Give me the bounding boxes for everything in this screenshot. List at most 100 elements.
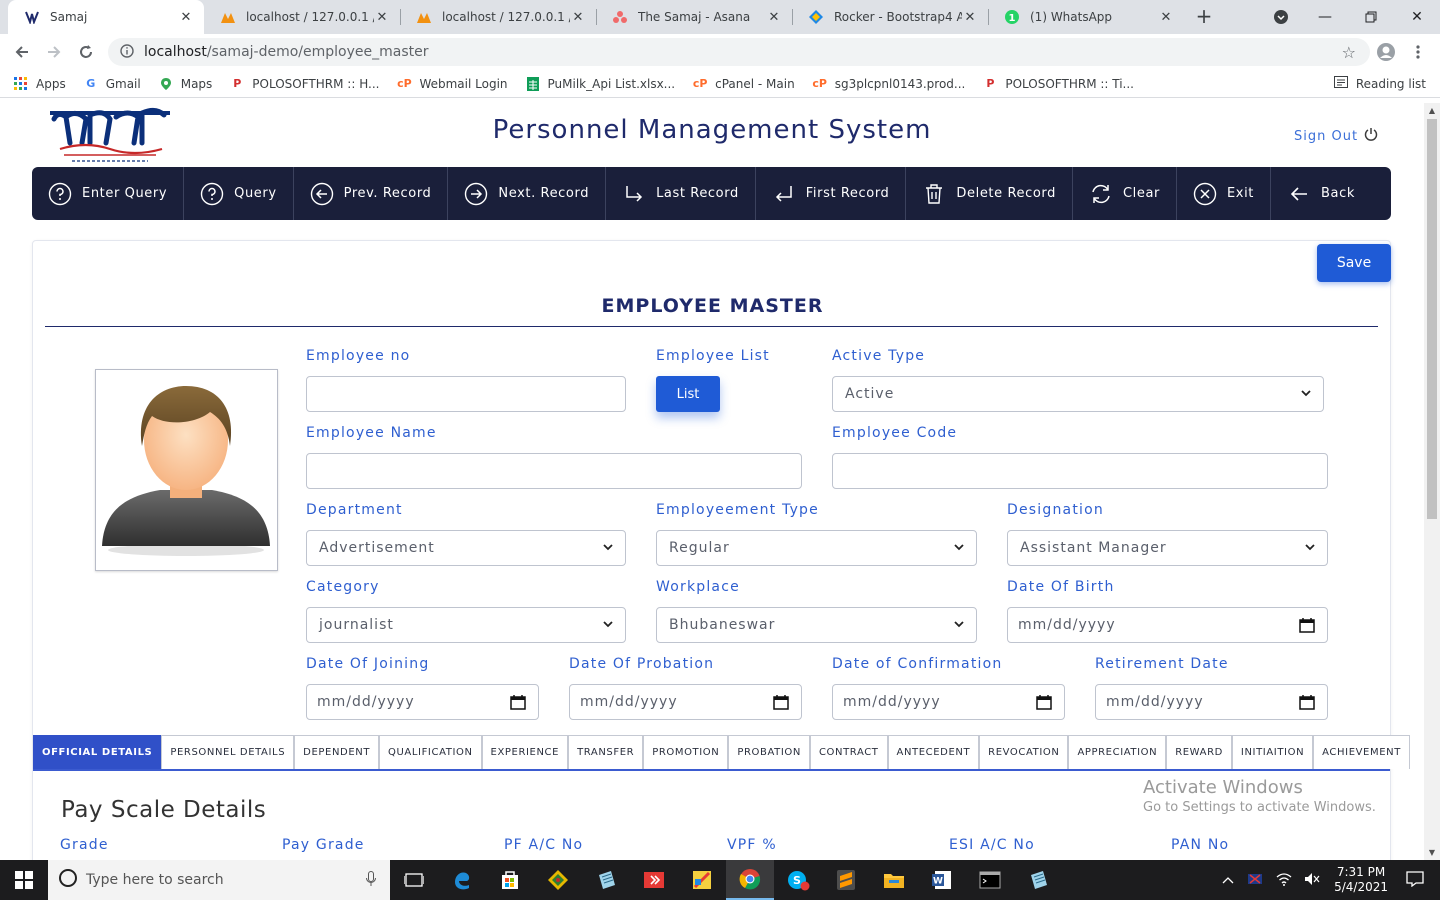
kebab-menu-icon[interactable]	[1406, 40, 1430, 64]
dop-input[interactable]: mm/dd/yyyy	[569, 684, 802, 720]
close-tab-icon[interactable]: ✕	[1158, 10, 1174, 25]
notification-icon[interactable]	[1406, 870, 1424, 890]
close-tab-icon[interactable]: ✕	[374, 10, 390, 25]
sublime-text-icon[interactable]	[822, 860, 870, 900]
save-button[interactable]: Save	[1317, 244, 1391, 282]
taskbar-clock[interactable]: 7:31 PM 5/4/2021	[1334, 865, 1388, 895]
workplace-select[interactable]: Bhubaneswar	[656, 607, 977, 643]
tab-official-details[interactable]: OFFICIAL DETAILS	[33, 735, 162, 769]
close-tab-icon[interactable]: ✕	[766, 10, 782, 25]
tab-antecedent[interactable]: ANTECEDENT	[887, 735, 980, 769]
tab-initiation[interactable]: INITIAITION	[1231, 735, 1314, 769]
tab-appreciation[interactable]: APPRECIATION	[1068, 735, 1167, 769]
bookmark-sg3[interactable]: cP sg3plcpnl0143.prod...	[812, 77, 965, 91]
bookmark-polosofthrm-2[interactable]: P POLOSOFTHRM :: Ti...	[983, 77, 1134, 91]
bookmark-webmail[interactable]: cP Webmail Login	[397, 77, 507, 91]
retirement-input[interactable]: mm/dd/yyyy	[1095, 684, 1328, 720]
reload-icon[interactable]	[74, 40, 98, 64]
new-tab-button[interactable]: +	[1192, 5, 1216, 29]
tab-dependent[interactable]: DEPENDENT	[294, 735, 380, 769]
back-arrow-icon[interactable]	[10, 40, 34, 64]
scrollbar-thumb[interactable]	[1427, 119, 1437, 519]
first-record-button[interactable]: First Record	[756, 167, 907, 220]
browser-tab-whatsapp[interactable]: 1 (1) WhatsApp ✕	[988, 0, 1184, 34]
tab-probation[interactable]: PROBATION	[728, 735, 810, 769]
bookmark-apps[interactable]: Apps	[14, 76, 66, 91]
doj-input[interactable]: mm/dd/yyyy	[306, 684, 539, 720]
last-record-button[interactable]: Last Record	[606, 167, 756, 220]
notepad-plus-icon[interactable]	[1014, 860, 1062, 900]
query-button[interactable]: Query	[184, 167, 294, 220]
profile-avatar-icon[interactable]	[1374, 40, 1398, 64]
tab-experience[interactable]: EXPERIENCE	[481, 735, 569, 769]
tab-qualification[interactable]: QUALIFICATION	[379, 735, 482, 769]
clear-button[interactable]: Clear	[1073, 167, 1177, 220]
close-tab-icon[interactable]: ✕	[962, 10, 978, 25]
active-type-select[interactable]: Active	[832, 376, 1324, 412]
microphone-icon[interactable]	[366, 871, 376, 891]
calendar-icon[interactable]	[773, 694, 789, 710]
tab-promotion[interactable]: PROMOTION	[643, 735, 729, 769]
calendar-icon[interactable]	[1299, 694, 1315, 710]
employee-photo[interactable]	[95, 369, 278, 571]
bookmark-star-icon[interactable]: ☆	[1342, 43, 1356, 62]
file-explorer-icon[interactable]	[870, 860, 918, 900]
edge-browser-icon[interactable]	[438, 860, 486, 900]
wifi-icon[interactable]	[1276, 872, 1292, 889]
browser-tab-phpmyadmin-1[interactable]: localhost / 127.0.0.1 / po ✕	[204, 0, 400, 34]
employee-name-input[interactable]	[306, 453, 802, 489]
employment-type-select[interactable]: Regular	[656, 530, 977, 566]
taskbar-search[interactable]: Type here to search	[48, 860, 390, 900]
close-tab-icon[interactable]: ✕	[570, 10, 586, 25]
tab-revocation[interactable]: REVOCATION	[979, 735, 1069, 769]
tab-transfer[interactable]: TRANSFER	[568, 735, 644, 769]
tab-personnel-details[interactable]: PERSONNEL DETAILS	[161, 735, 295, 769]
doc-input[interactable]: mm/dd/yyyy	[832, 684, 1065, 720]
department-select[interactable]: Advertisement	[306, 530, 626, 566]
delete-record-button[interactable]: Delete Record	[906, 167, 1073, 220]
restore-button[interactable]	[1348, 0, 1394, 34]
flag-icon[interactable]	[1248, 872, 1264, 889]
bookmark-polosofthrm-1[interactable]: P POLOSOFTHRM :: H...	[230, 77, 379, 91]
browser-tab-phpmyadmin-2[interactable]: localhost / 127.0.0.1 / po ✕	[400, 0, 596, 34]
git-app-icon[interactable]	[534, 860, 582, 900]
close-tab-icon[interactable]: ✕	[178, 10, 194, 25]
forward-arrow-icon[interactable]	[42, 40, 66, 64]
bookmark-gmail[interactable]: G Gmail	[84, 77, 141, 91]
page-scrollbar[interactable]: ▲ ▼	[1424, 103, 1440, 860]
word-icon[interactable]: W	[918, 860, 966, 900]
bookmark-maps[interactable]: Maps	[159, 77, 212, 91]
anydesk-icon[interactable]	[630, 860, 678, 900]
bookmark-cpanel[interactable]: cP cPanel - Main	[693, 77, 795, 91]
minimize-button[interactable]: —	[1302, 0, 1348, 34]
next-record-button[interactable]: Next. Record	[448, 167, 607, 220]
volume-icon[interactable]	[1304, 872, 1320, 889]
bookmark-pumilk[interactable]: PuMilk_Api List.xlsx...	[526, 76, 675, 91]
designation-select[interactable]: Assistant Manager	[1007, 530, 1328, 566]
tab-achievement[interactable]: ACHIEVEMENT	[1313, 735, 1410, 769]
reading-list-button[interactable]: Reading list	[1333, 76, 1426, 91]
command-prompt-icon[interactable]	[966, 860, 1014, 900]
close-window-button[interactable]: ✕	[1394, 0, 1440, 34]
paint-icon[interactable]	[678, 860, 726, 900]
enter-query-button[interactable]: Enter Query	[32, 167, 185, 220]
browser-tab-rocker[interactable]: Rocker - Bootstrap4 Adm ✕	[792, 0, 988, 34]
dob-input[interactable]: mm/dd/yyyy	[1007, 607, 1328, 643]
back-button[interactable]: Back	[1271, 167, 1371, 220]
info-icon[interactable]	[120, 43, 134, 61]
sign-out-link[interactable]: Sign Out	[1294, 127, 1378, 145]
store-icon[interactable]	[486, 860, 534, 900]
employee-list-button[interactable]: List	[656, 376, 720, 412]
browser-tab-samaj[interactable]: Samaj ✕	[8, 0, 204, 34]
chrome-icon[interactable]	[726, 860, 774, 900]
prev-record-button[interactable]: Prev. Record	[294, 167, 449, 220]
scroll-up-icon[interactable]: ▲	[1427, 106, 1437, 115]
calendar-icon[interactable]	[1299, 617, 1315, 633]
chevron-up-icon[interactable]	[1222, 873, 1234, 887]
task-view-icon[interactable]	[390, 860, 438, 900]
tab-reward[interactable]: REWARD	[1166, 735, 1232, 769]
exit-button[interactable]: Exit	[1177, 167, 1271, 220]
calendar-icon[interactable]	[1036, 694, 1052, 710]
employee-no-input[interactable]	[306, 376, 626, 412]
browser-tab-asana[interactable]: The Samaj - Asana ✕	[596, 0, 792, 34]
